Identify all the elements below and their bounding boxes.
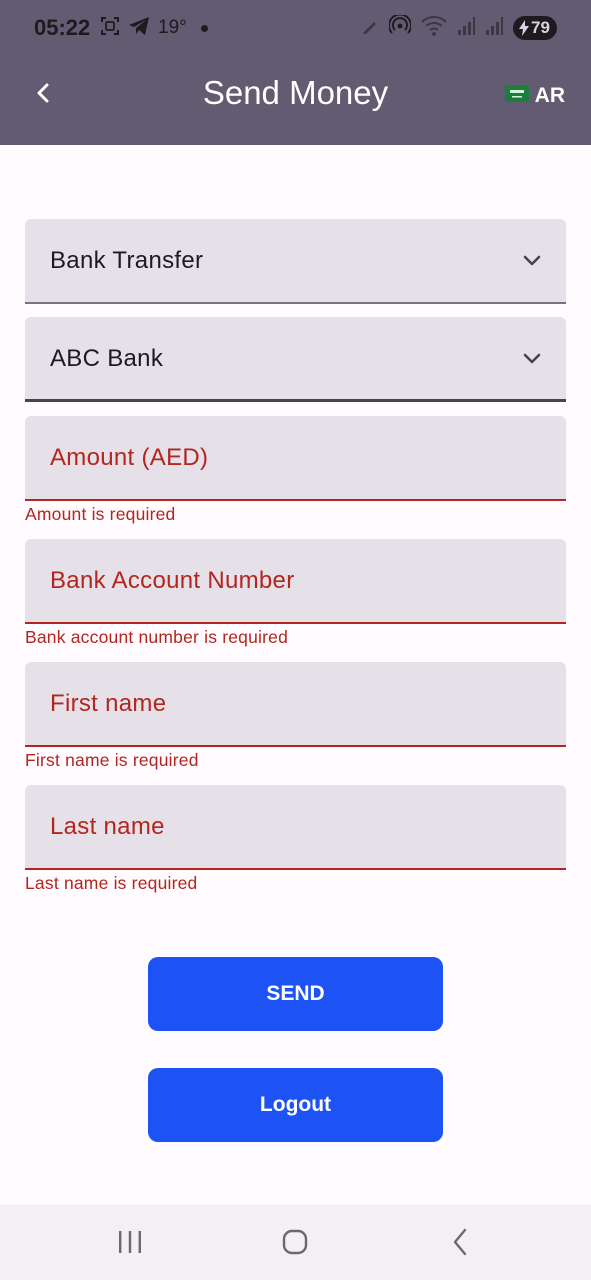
telegram-icon — [128, 16, 150, 41]
signal-icon — [485, 16, 503, 41]
logout-button[interactable]: Logout — [148, 1068, 443, 1142]
amount-input[interactable] — [25, 416, 566, 499]
recent-apps-icon — [117, 1230, 143, 1259]
chevron-down-icon — [522, 251, 542, 276]
send-button[interactable]: SEND — [148, 957, 443, 1031]
page-title: Send Money — [202, 74, 389, 111]
status-icons-left: 19° — [100, 16, 208, 40]
saudi-flag-icon — [504, 85, 529, 107]
last-name-input[interactable] — [25, 785, 566, 868]
home-button[interactable] — [275, 1229, 315, 1259]
bank-dropdown[interactable]: ABC Bank — [25, 317, 566, 402]
amount-field[interactable]: Amount (AED) — [25, 416, 566, 501]
status-icons-right: 79 — [361, 13, 557, 42]
signal-icon — [457, 16, 475, 41]
home-icon — [281, 1228, 309, 1261]
last-name-field[interactable]: Last name — [25, 785, 566, 870]
transfer-type-dropdown[interactable]: Bank Transfer — [25, 219, 566, 304]
battery-icon: 79 — [513, 16, 557, 40]
account-number-input[interactable] — [25, 539, 566, 622]
first-name-input[interactable] — [25, 662, 566, 745]
back-icon — [451, 1228, 469, 1261]
transfer-type-value: Bank Transfer — [50, 247, 204, 274]
nav-back-button[interactable] — [440, 1228, 480, 1261]
system-nav-bar — [0, 1205, 591, 1280]
language-label: AR — [534, 84, 565, 107]
amount-error: Amount is required — [25, 504, 176, 524]
pen-icon — [361, 17, 379, 40]
wifi-icon — [421, 15, 447, 42]
battery-level: 79 — [531, 18, 550, 37]
status-time: 05:22 — [34, 15, 91, 40]
send-button-label: SEND — [266, 982, 325, 1005]
status-temperature: 19° — [158, 17, 187, 38]
status-bar: 05:22 19° 79 — [0, 0, 591, 56]
bank-value: ABC Bank — [50, 345, 164, 372]
logout-button-label: Logout — [259, 1093, 332, 1116]
account-number-error: Bank account number is required — [25, 627, 289, 647]
last-name-error: Last name is required — [25, 873, 198, 893]
account-number-field[interactable]: Bank Account Number — [25, 539, 566, 624]
first-name-error: First name is required — [25, 750, 199, 770]
notification-dot-icon — [200, 24, 208, 32]
hotspot-icon — [388, 13, 412, 42]
first-name-field[interactable]: First name — [25, 662, 566, 747]
app-bar: Send Money AR — [0, 56, 591, 145]
recent-apps-button[interactable] — [110, 1229, 150, 1259]
language-toggle-button[interactable]: AR — [504, 82, 565, 110]
screenshot-icon — [100, 16, 120, 41]
chevron-down-icon — [522, 349, 542, 374]
